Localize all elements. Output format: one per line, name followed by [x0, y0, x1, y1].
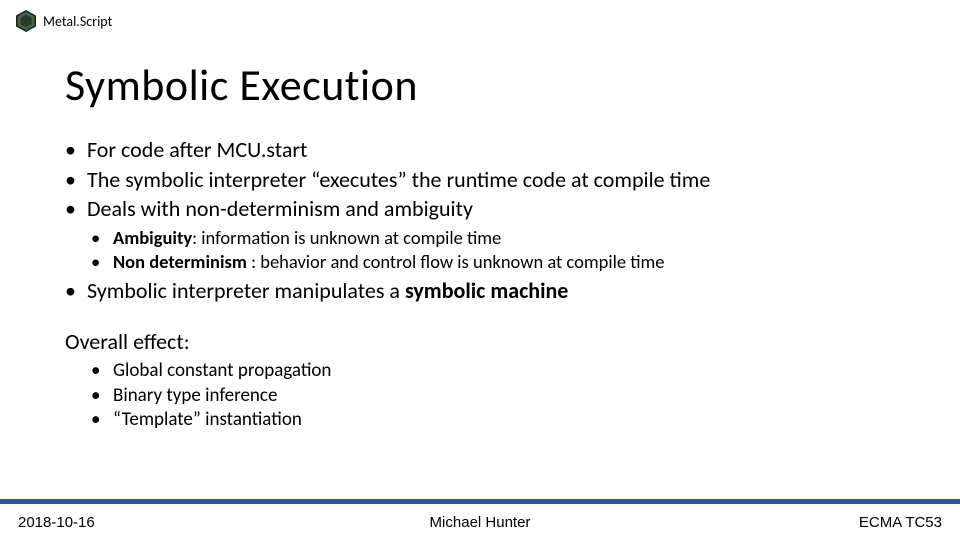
footer-author: Michael Hunter: [430, 514, 531, 531]
sub-bullet-text: : information is unknown at compile time: [192, 226, 501, 249]
slide-title: Symbolic Execution: [65, 58, 418, 112]
header: Metal.Script: [15, 10, 112, 32]
overall-item: Binary type inference: [65, 384, 920, 409]
sub-bullet-text: : behavior and control flow is unknown a…: [247, 250, 665, 273]
term-nondeterminism: Non determinism: [113, 250, 247, 273]
overall-item: Global constant propagation: [65, 359, 920, 384]
bullet-item: Deals with non-determinism and ambiguity: [65, 194, 920, 224]
hexagon-logo-icon: [15, 10, 37, 32]
bullet-item: Symbolic interpreter manipulates a symbo…: [65, 276, 920, 306]
overall-item: “Template” instantiation: [65, 408, 920, 433]
term-ambiguity: Ambiguity: [113, 226, 192, 249]
brand-name: Metal.Script: [43, 13, 112, 30]
term-symbolic-machine: symbolic machine: [405, 277, 568, 304]
footer-venue: ECMA TC53: [859, 514, 942, 531]
sub-bullet-item: Ambiguity: information is unknown at com…: [65, 226, 920, 250]
bullet-text-pre: Symbolic interpreter manipulates a: [87, 277, 405, 304]
footer-date: 2018-10-16: [18, 514, 95, 531]
overall-effect-label: Overall effect:: [65, 328, 920, 355]
footer: 2018-10-16 Michael Hunter ECMA TC53: [0, 504, 960, 540]
slide-body: For code after MCU.start The symbolic in…: [65, 135, 920, 433]
sub-bullet-item: Non determinism : behavior and control f…: [65, 250, 920, 274]
bullet-item: For code after MCU.start: [65, 135, 920, 165]
slide: Metal.Script Symbolic Execution For code…: [0, 0, 960, 540]
bullet-item: The symbolic interpreter “executes” the …: [65, 165, 920, 195]
